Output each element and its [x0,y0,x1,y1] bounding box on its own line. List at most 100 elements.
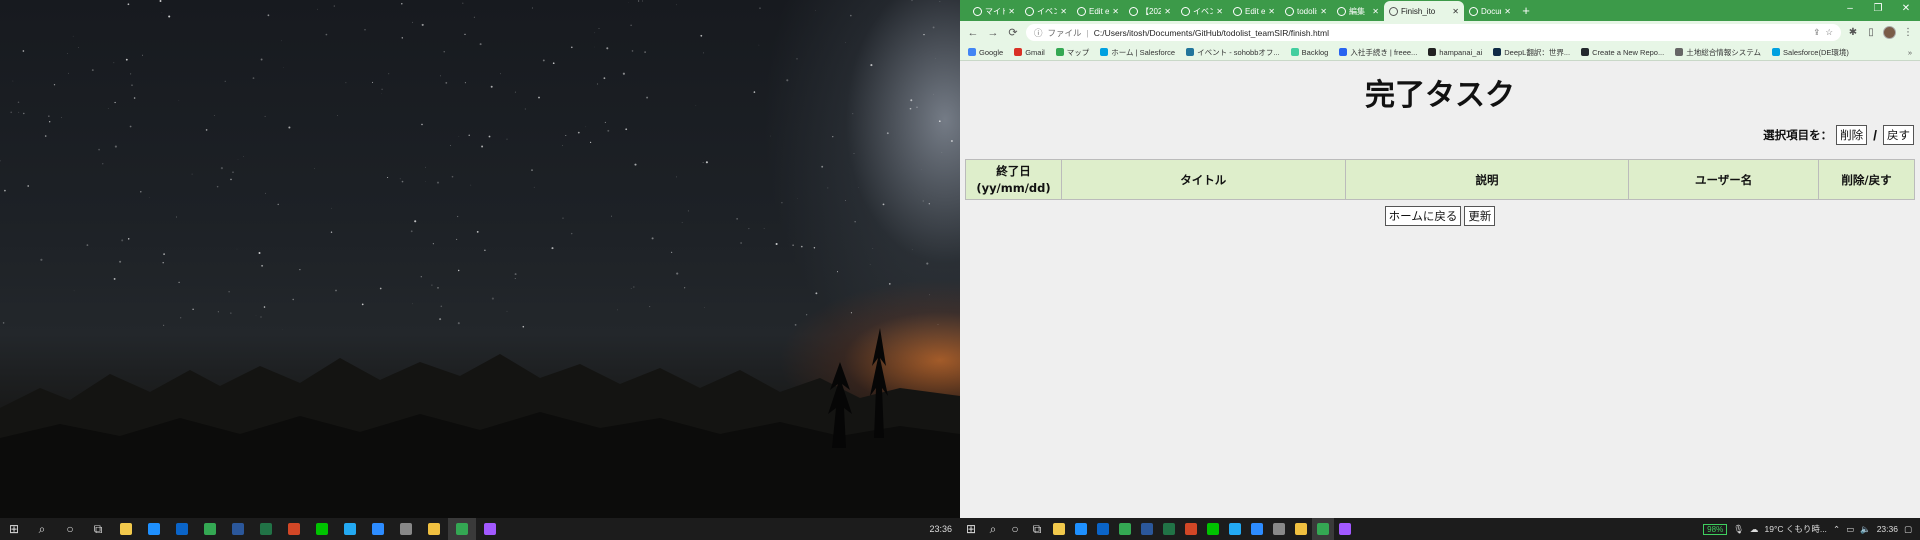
edge-icon[interactable] [1070,518,1092,540]
home-button[interactable]: ホームに戻る [1384,206,1462,226]
task-view-icon[interactable]: ⧉ [1026,518,1048,540]
bookmark-item[interactable]: DeepL翻訳：世界... [1493,47,1570,58]
bookmark-item[interactable]: Backlog [1290,48,1328,57]
restore-button[interactable]: ❐ [1864,0,1892,21]
extensions-icon[interactable]: ✱ [1847,27,1859,38]
microphone-icon[interactable]: 🎙 [1733,524,1744,535]
tab-close-icon[interactable]: ✕ [1164,7,1171,16]
tray-chevron-icon[interactable]: ⌃ [1833,524,1840,535]
zoom-icon[interactable] [1246,518,1268,540]
refresh-button[interactable]: 更新 [1464,206,1496,226]
restore-selected-button[interactable]: 戻す [1883,125,1914,145]
bookmark-item[interactable]: Gmail [1014,48,1045,57]
bookmark-item[interactable]: ホーム | Salesforce [1100,47,1175,58]
weather-icon[interactable]: ☁ [1750,524,1759,535]
chrome-icon[interactable] [1114,518,1136,540]
excel-icon[interactable] [1158,518,1180,540]
bookmark-item[interactable]: マップ [1055,47,1089,58]
browser-tab[interactable]: Edit event✕ [1072,1,1124,21]
close-window-button[interactable]: ✕ [1892,0,1920,21]
tab-title: Document [1481,6,1501,16]
delete-selected-button[interactable]: 削除 [1836,125,1868,145]
bookmark-item[interactable]: イベント - sohobbオフ... [1186,47,1280,58]
bookmark-item[interactable]: Salesforce(DE環境) [1772,47,1849,58]
bookmark-item[interactable]: 土地総合情報システム [1675,47,1761,58]
explorer-icon[interactable] [1290,518,1312,540]
profile-avatar[interactable] [1883,26,1896,39]
browser-tab[interactable]: 【2022年度✕ [1124,1,1176,21]
file-explorer-icon[interactable] [1048,518,1070,540]
camera-icon[interactable] [392,518,420,540]
word-icon[interactable] [224,518,252,540]
cortana-icon[interactable]: ○ [1004,518,1026,540]
vscode-icon[interactable] [336,518,364,540]
browser-tab[interactable]: イベント - so✕ [1176,1,1228,21]
app-icon[interactable] [1334,518,1356,540]
notification-icon[interactable]: ▢ [1904,524,1912,535]
start-icon[interactable]: ⊞ [960,518,982,540]
tab-close-icon[interactable]: ✕ [1060,7,1067,16]
tab-close-icon[interactable]: ✕ [1008,7,1015,16]
start-icon[interactable]: ⊞ [0,518,28,540]
task-view-icon[interactable]: ⧉ [84,518,112,540]
line-icon[interactable] [1202,518,1224,540]
weather-text[interactable]: 19°C くもり時... [1764,523,1826,535]
reload-icon[interactable]: ⟳ [1006,26,1020,39]
tab-close-icon[interactable]: ✕ [1504,7,1511,16]
tab-favicon-icon [1077,6,1086,16]
taskbar-clock[interactable]: 23:36 [929,524,952,534]
browser-tab[interactable]: イベント - so✕ [1020,1,1072,21]
chrome-active-icon[interactable] [1312,518,1334,540]
tab-close-icon[interactable]: ✕ [1216,7,1223,16]
chrome-active-icon[interactable] [448,518,476,540]
bookmark-item[interactable]: Create a New Repo... [1581,48,1664,57]
bookmark-item[interactable]: 入社手続き | freee... [1339,47,1417,58]
browser-tab[interactable]: Edit event✕ [1228,1,1280,21]
menu-icon[interactable]: ⋮ [1902,27,1914,38]
address-bar[interactable]: ⓘ ファイル | C:/Users/itosh/Documents/GitHub… [1026,24,1841,41]
app-icon[interactable] [476,518,504,540]
tab-close-icon[interactable]: ✕ [1112,7,1119,16]
info-icon[interactable]: ⓘ [1034,27,1043,39]
camera-icon[interactable] [1268,518,1290,540]
browser-tab[interactable]: Finish_ito ✕ [1384,1,1464,21]
outlook-icon[interactable] [168,518,196,540]
vscode-icon[interactable] [1224,518,1246,540]
tab-close-icon[interactable]: ✕ [1320,7,1327,16]
powerpoint-icon[interactable] [1180,518,1202,540]
browser-tab[interactable]: 編集 ✕ [1332,1,1384,21]
browser-tab[interactable]: todolist_te✕ [1280,1,1332,21]
forward-arrow-icon[interactable]: → [986,27,1000,39]
explorer-icon[interactable] [420,518,448,540]
zoom-icon[interactable] [364,518,392,540]
outlook-icon[interactable] [1092,518,1114,540]
back-arrow-icon[interactable]: ← [966,27,980,39]
browser-tab[interactable]: Document✕ [1464,1,1516,21]
tab-close-icon[interactable]: ✕ [1452,7,1459,16]
taskbar-clock-right[interactable]: 23:36 [1877,524,1898,534]
battery-indicator[interactable]: 98% [1703,523,1728,535]
share-icon[interactable]: ⇪ [1813,27,1820,38]
word-icon[interactable] [1136,518,1158,540]
browser-tab[interactable]: マイドライブ✕ [968,1,1020,21]
file-explorer-icon[interactable] [112,518,140,540]
new-tab-button[interactable]: + [1516,1,1536,21]
bookmark-star-icon[interactable]: ☆ [1825,27,1833,38]
bookmark-item[interactable]: Google [968,48,1003,57]
search-icon[interactable]: ⌕ [28,518,56,540]
minimize-button[interactable]: – [1836,0,1864,21]
search-icon[interactable]: ⌕ [982,518,1004,540]
bookmark-item[interactable]: hampanai_ai [1428,48,1482,57]
edge-icon[interactable] [140,518,168,540]
side-panel-icon[interactable]: ▯ [1865,27,1877,38]
tab-close-icon[interactable]: ✕ [1372,7,1379,16]
chrome-icon[interactable] [196,518,224,540]
bookmarks-more-button[interactable]: » [1908,48,1912,57]
cortana-icon[interactable]: ○ [56,518,84,540]
powerpoint-icon[interactable] [280,518,308,540]
network-icon[interactable]: ▭ [1846,524,1854,535]
line-icon[interactable] [308,518,336,540]
excel-icon[interactable] [252,518,280,540]
tab-close-icon[interactable]: ✕ [1268,7,1275,16]
volume-icon[interactable]: 🔈 [1860,524,1871,535]
